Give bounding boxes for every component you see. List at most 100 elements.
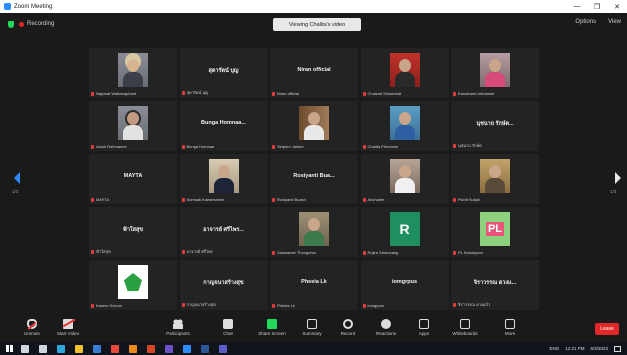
view-button[interactable]: View — [608, 19, 621, 25]
clock-date[interactable]: 5/3/2023 — [590, 346, 608, 351]
participant-name: Niran official — [277, 91, 299, 96]
options-button[interactable]: Options — [575, 19, 596, 25]
maximize-button[interactable]: ❐ — [587, 3, 607, 11]
participant-tile[interactable]: PL PL Kanokporn — [451, 207, 539, 257]
muted-mic-icon — [453, 197, 456, 202]
participant-display-name: iomgrpus — [391, 279, 418, 285]
participant-tile[interactable]: Chalita Phromma — [360, 101, 449, 151]
participant-tile[interactable]: MAYTA MAYTA — [89, 154, 177, 204]
participant-tile[interactable]: Pichit Sukjai — [451, 154, 539, 204]
participant-tile[interactable]: Naparat Wattanaphant — [89, 48, 177, 98]
participant-tile[interactable]: Rosiyanti Bua... Rosiyanti Buasri — [270, 154, 358, 204]
participant-name: Chaiwat Srisombat — [367, 91, 402, 96]
toolbar-label: Participants — [166, 331, 190, 336]
toolbar-label: Apps — [418, 331, 430, 336]
participant-name: Bunga Homnaa — [186, 144, 215, 149]
file-explorer-icon[interactable] — [75, 344, 83, 353]
participant-video — [208, 159, 239, 193]
close-button[interactable]: ✕ — [607, 3, 627, 11]
video-off-icon — [63, 319, 73, 329]
teams-icon[interactable] — [219, 344, 227, 353]
search-icon[interactable] — [21, 344, 29, 353]
toolbar-record-button[interactable]: Record — [330, 319, 366, 336]
toolbar-apps-button[interactable]: Apps — [406, 319, 442, 336]
notification-icon[interactable] — [614, 345, 621, 352]
task-view-icon[interactable] — [39, 344, 47, 353]
participant-tile[interactable]: iomgrpus iomgrpus — [360, 260, 449, 310]
toolbar-start-video-button[interactable]: Start Video — [50, 319, 86, 336]
participant-tile[interactable]: Asiah Rahmanee — [89, 101, 177, 151]
participant-tile[interactable]: Anchalee — [360, 154, 449, 204]
powerpoint-icon[interactable] — [147, 344, 155, 353]
participant-tile[interactable]: Saowanee Thongchai — [270, 207, 358, 257]
participant-name: Kanokwan Intharasit — [458, 91, 495, 96]
minimize-button[interactable]: — — [567, 3, 587, 11]
participant-name-label: PL Kanokporn — [453, 250, 483, 255]
muted-mic-icon — [362, 197, 366, 202]
more-icon — [505, 319, 515, 329]
participant-tile[interactable]: Kasem School — [89, 260, 177, 310]
participant-tile[interactable]: สุดารัตน์ บุญ สุดารัตน์ บุญ — [179, 48, 268, 98]
windows-start-icon[interactable] — [6, 345, 13, 352]
taskbar-app-icons — [21, 344, 237, 353]
share-screen-icon — [267, 319, 277, 329]
participant-tile[interactable]: กาญจนาสร้างสุข กาญจนาสร้างสุข — [179, 260, 268, 310]
toolbar-unmute-button[interactable]: Unmute — [14, 319, 50, 336]
participant-name: Anchalee — [367, 197, 385, 202]
participant-name-label: Chaiwat Srisombat — [362, 91, 402, 96]
toolbar-label: Chat — [223, 331, 233, 336]
participant-tile[interactable]: จิราวรรณ ดวงแ... จิราวรรณ ดวงแก้ว — [451, 260, 539, 310]
participant-display-name: MAYTA — [123, 173, 143, 179]
participant-name-label: Siriporn Jaidee — [272, 144, 304, 149]
next-page-button[interactable] — [613, 170, 623, 186]
summary-icon — [307, 319, 317, 329]
participant-tile[interactable]: R Rujira Srimueang — [360, 207, 449, 257]
muted-mic-icon — [362, 91, 366, 96]
toolbar-chat-button[interactable]: Chat — [210, 319, 246, 336]
toolbar-participants-button[interactable]: Participants — [160, 319, 196, 336]
topbar-right-controls: Options View — [575, 19, 621, 25]
toolbar-more-button[interactable]: More — [492, 319, 528, 336]
participant-tile[interactable]: Pheeia Lk Pheeia Lk — [270, 260, 358, 310]
participant-tile[interactable]: Chaiwat Srisombat — [360, 48, 449, 98]
participant-tile[interactable]: ฟ้าใสสุข ฟ้าใสสุข — [89, 207, 177, 257]
edge-browser-icon[interactable] — [57, 344, 65, 353]
participant-tile[interactable]: Somsak Kaewmanee — [179, 154, 268, 204]
clock-time[interactable]: 12:21 PM — [565, 346, 584, 351]
participant-tile[interactable]: นุชนาถ รักษ์ต... นุชนาถ รักษ์ต — [451, 101, 539, 151]
zoom-icon[interactable] — [183, 344, 191, 353]
participant-name: Chalita Phromma — [367, 144, 399, 149]
recording-indicator[interactable]: Recording — [8, 20, 54, 28]
firefox-icon[interactable] — [129, 344, 137, 353]
toolbar-summary-button[interactable]: Summary — [294, 319, 330, 336]
toolbar-share-screen-button[interactable]: Share Screen — [254, 319, 290, 336]
participant-tile[interactable]: Niran official Niran official — [270, 48, 358, 98]
toolbar-label: Unmute — [24, 331, 40, 336]
language-indicator[interactable]: ENG — [549, 346, 559, 351]
participant-name-label: Pheeia Lk — [272, 303, 295, 308]
toolbar-label: Share Screen — [258, 331, 286, 336]
muted-mic-icon — [272, 303, 275, 308]
previous-page-button[interactable] — [12, 170, 22, 186]
word-icon[interactable] — [201, 344, 209, 353]
toolbar-whiteboards-button[interactable]: Whiteboards — [447, 319, 483, 336]
participant-tile[interactable]: อาจารย์ ศรีไพร... อาจารย์ ศรีไพร — [179, 207, 268, 257]
participant-tile[interactable]: Siriporn Jaidee — [270, 101, 358, 151]
store-icon[interactable] — [93, 344, 101, 353]
security-shield-icon[interactable] — [8, 20, 14, 28]
toolbar-reactions-button[interactable]: Reactions — [368, 319, 404, 336]
participant-tile[interactable]: Bunga Homnaa... Bunga Homnaa — [179, 101, 268, 151]
window-title: Zoom Meeting — [14, 3, 53, 10]
participant-name: Somsak Kaewmanee — [186, 197, 225, 202]
participant-avatar: PL — [480, 212, 510, 246]
photos-icon[interactable] — [165, 344, 173, 353]
participant-name-label: สุดารัตน์ บุญ — [181, 89, 208, 96]
participant-name: กาญจนาสร้างสุข — [186, 302, 216, 307]
participant-name-label: iomgrpus — [362, 303, 384, 308]
muted-mic-icon — [91, 249, 94, 254]
chrome-icon[interactable] — [111, 344, 119, 353]
participant-tile[interactable]: Kanokwan Intharasit — [451, 48, 539, 98]
viewing-video-button[interactable]: Viewing Chalita's video — [273, 18, 361, 31]
leave-button[interactable]: Leave — [595, 323, 619, 335]
participant-video — [389, 106, 420, 140]
